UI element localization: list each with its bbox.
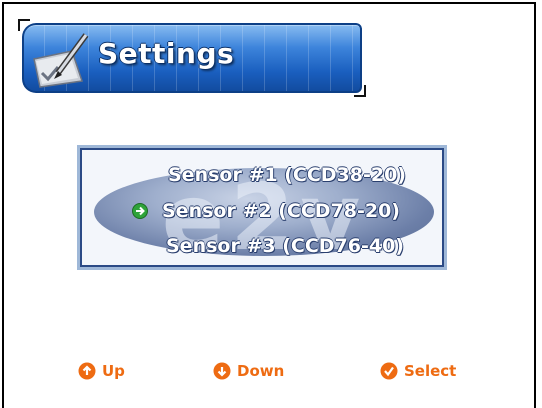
selected-arrow-icon [132, 203, 148, 219]
page-title: Settings [98, 37, 235, 70]
up-arrow-circle-icon [78, 362, 96, 380]
pencil-checklist-icon [33, 33, 89, 88]
down-label: Down [237, 362, 285, 380]
sensor-option-1[interactable]: Sensor #1 (CCD38-20) [168, 162, 406, 188]
select-label: Select [404, 362, 457, 380]
check-circle-icon [380, 362, 398, 380]
sensor-option-2[interactable]: Sensor #2 (CCD78-20) [162, 198, 400, 224]
select-softkey[interactable]: Select [380, 360, 456, 382]
header-corner-bottom-right [354, 85, 366, 97]
sensor-option-3[interactable]: Sensor #3 (CCD76-40) [166, 233, 404, 259]
settings-header: Settings [18, 19, 366, 97]
screen-edge [536, 0, 542, 408]
up-label: Up [102, 362, 125, 380]
down-softkey[interactable]: Down [213, 360, 284, 382]
down-arrow-circle-icon [213, 362, 231, 380]
up-softkey[interactable]: Up [78, 360, 125, 382]
